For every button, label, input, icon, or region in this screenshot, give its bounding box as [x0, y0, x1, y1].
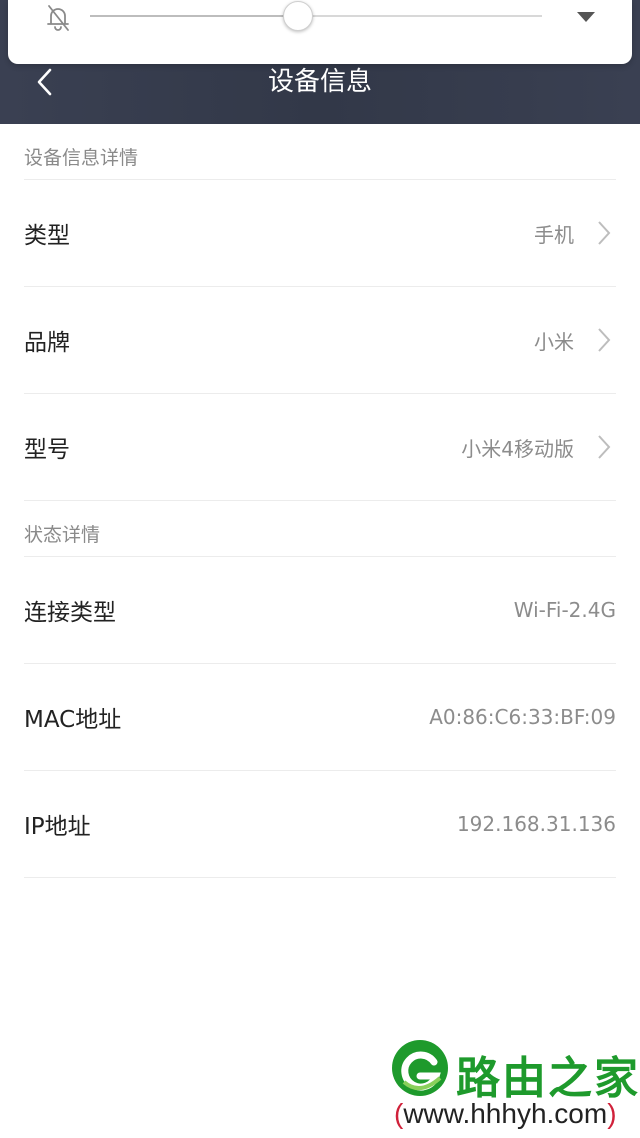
volume-slider-thumb[interactable]	[282, 1, 313, 31]
row-value: 小米4移动版	[461, 436, 574, 461]
section-title-status-details: 状态详情	[24, 501, 616, 557]
watermark: 路由之家 (www.hhhyh.com)	[388, 1038, 640, 1138]
bell-off-icon[interactable]	[42, 2, 74, 34]
section-title-device-details: 设备信息详情	[24, 124, 616, 180]
watermark-logo-icon	[392, 1040, 448, 1096]
row-label: 连接类型	[24, 600, 116, 626]
row-value: Wi-Fi-2.4G	[513, 598, 616, 622]
row-connection-type: 连接类型 Wi-Fi-2.4G	[24, 557, 616, 664]
row-label: MAC地址	[24, 707, 122, 733]
watermark-url: (www.hhhyh.com)	[394, 1098, 617, 1129]
row-value: 192.168.31.136	[456, 812, 616, 836]
row-value: 小米	[534, 329, 574, 354]
row-value: 手机	[534, 222, 574, 247]
volume-panel	[8, 0, 632, 64]
row-label: 品牌	[24, 330, 70, 356]
row-value: A0:86:C6:33:BF:09	[429, 705, 616, 729]
volume-slider[interactable]	[90, 1, 542, 31]
row-ip-address: IP地址 192.168.31.136	[24, 771, 616, 878]
chevron-right-icon	[598, 221, 611, 245]
chevron-right-icon	[598, 435, 611, 459]
row-device-model[interactable]: 型号 小米4移动版	[24, 394, 616, 501]
chevron-down-icon[interactable]	[576, 10, 596, 24]
row-label: 类型	[24, 223, 70, 249]
row-device-type[interactable]: 类型 手机	[24, 180, 616, 287]
row-label: IP地址	[24, 814, 91, 840]
row-mac-address: MAC地址 A0:86:C6:33:BF:09	[24, 664, 616, 771]
volume-slider-fill	[90, 15, 298, 17]
row-device-brand[interactable]: 品牌 小米	[24, 287, 616, 394]
page-title: 设备信息	[267, 67, 372, 97]
row-label: 型号	[24, 437, 70, 463]
chevron-right-icon	[598, 328, 611, 352]
watermark-brand: 路由之家	[456, 1053, 640, 1104]
device-info-content: 设备信息详情 类型 手机 品牌 小米 型号 小米4移动版 状态详情 连接类型 W…	[0, 124, 640, 878]
